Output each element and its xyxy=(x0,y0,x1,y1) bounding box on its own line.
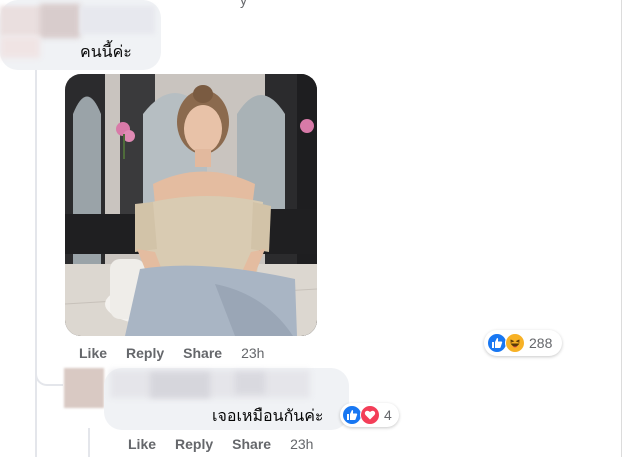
blurred-name xyxy=(110,370,310,398)
like-button[interactable]: Like xyxy=(128,436,156,452)
thread-line xyxy=(35,60,37,457)
like-icon xyxy=(342,405,362,425)
blurred-name xyxy=(80,6,155,34)
comment-timestamp[interactable]: 23h xyxy=(241,345,264,361)
comment-timestamp[interactable]: 23h xyxy=(290,436,313,452)
blurred-avatar xyxy=(0,36,40,58)
reply-text: เจอเหมือนกันค่ะ xyxy=(212,408,324,425)
comment-actions: Like Reply Share 23h xyxy=(79,345,264,361)
blurred-name xyxy=(40,4,80,38)
reply-reaction-summary[interactable]: 4 xyxy=(340,403,399,427)
comment-text: คนนี้ค่ะ xyxy=(80,44,132,61)
reaction-summary[interactable]: 288 xyxy=(484,330,563,356)
previous-text-fragment: y xyxy=(240,0,247,8)
share-button[interactable]: Share xyxy=(232,436,271,452)
reply-button[interactable]: Reply xyxy=(175,436,213,452)
blurred-name xyxy=(235,372,265,394)
blurred-avatar[interactable] xyxy=(64,368,104,408)
reply-actions: Like Reply Share 23h xyxy=(128,436,313,452)
reply-connector xyxy=(35,364,63,386)
like-icon xyxy=(487,333,507,353)
blurred-name xyxy=(150,372,210,398)
panel-edge xyxy=(621,0,625,457)
love-icon xyxy=(360,405,380,425)
share-button[interactable]: Share xyxy=(183,345,222,361)
reaction-count: 4 xyxy=(384,407,392,423)
haha-icon xyxy=(505,333,525,353)
thread-line-nested xyxy=(88,428,90,457)
reply-button[interactable]: Reply xyxy=(126,345,164,361)
comment-photo[interactable] xyxy=(65,74,317,336)
reaction-count: 288 xyxy=(529,335,553,351)
like-button[interactable]: Like xyxy=(79,345,107,361)
